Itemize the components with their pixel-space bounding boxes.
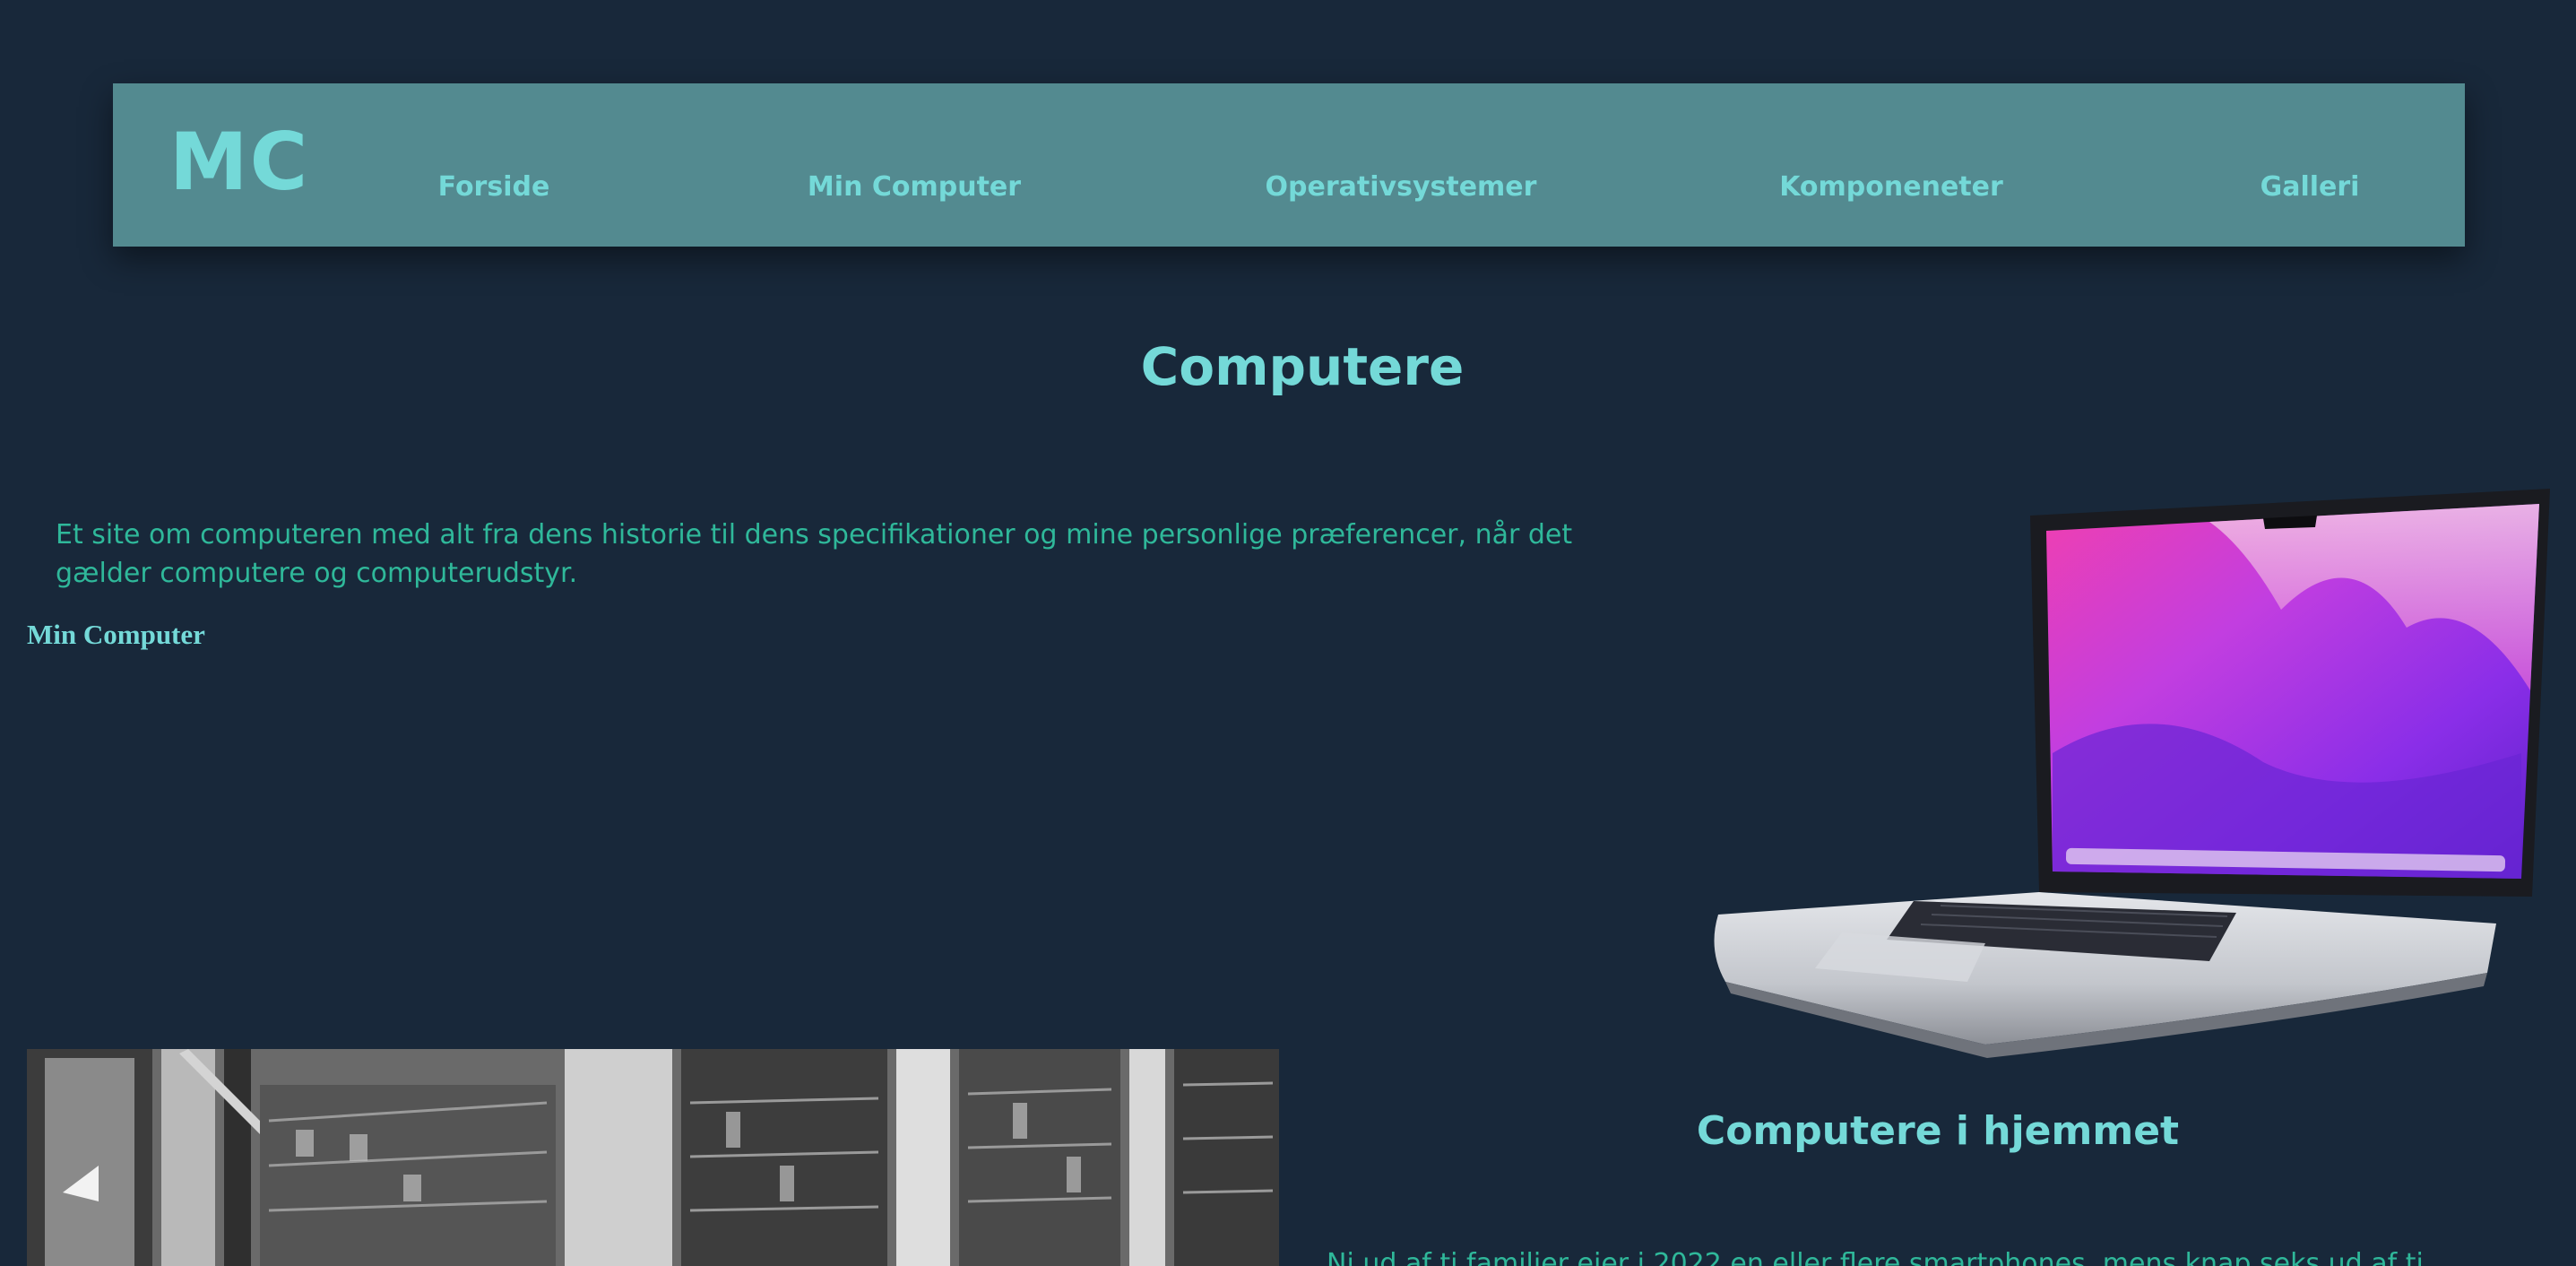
nav-link-min-computer[interactable]: Min Computer bbox=[808, 165, 1021, 210]
site-logo[interactable]: MC bbox=[169, 117, 309, 207]
nav-link-komponeneter[interactable]: Komponeneter bbox=[1779, 165, 2003, 210]
nav-link-galleri[interactable]: Galleri bbox=[2260, 165, 2360, 210]
laptop-image bbox=[1714, 489, 2550, 1058]
server-room-photo bbox=[27, 1049, 1279, 1266]
nav-link-operativsystemer[interactable]: Operativsystemer bbox=[1266, 165, 1537, 210]
page-title: Computere bbox=[1140, 336, 1465, 397]
min-computer-link[interactable]: Min Computer bbox=[27, 617, 205, 653]
intro-text: Et site om computeren med alt fra dens h… bbox=[56, 519, 1573, 589]
nav-link-forside[interactable]: Forside bbox=[438, 165, 550, 210]
section-title-computere-i-hjemmet: Computere i hjemmet bbox=[1696, 1108, 2180, 1154]
section-body-text: Ni ud af ti familier ejer i 2022 en elle… bbox=[1327, 1248, 2424, 1266]
top-navbar: MC Forside Min Computer Operativsystemer… bbox=[113, 83, 2465, 247]
